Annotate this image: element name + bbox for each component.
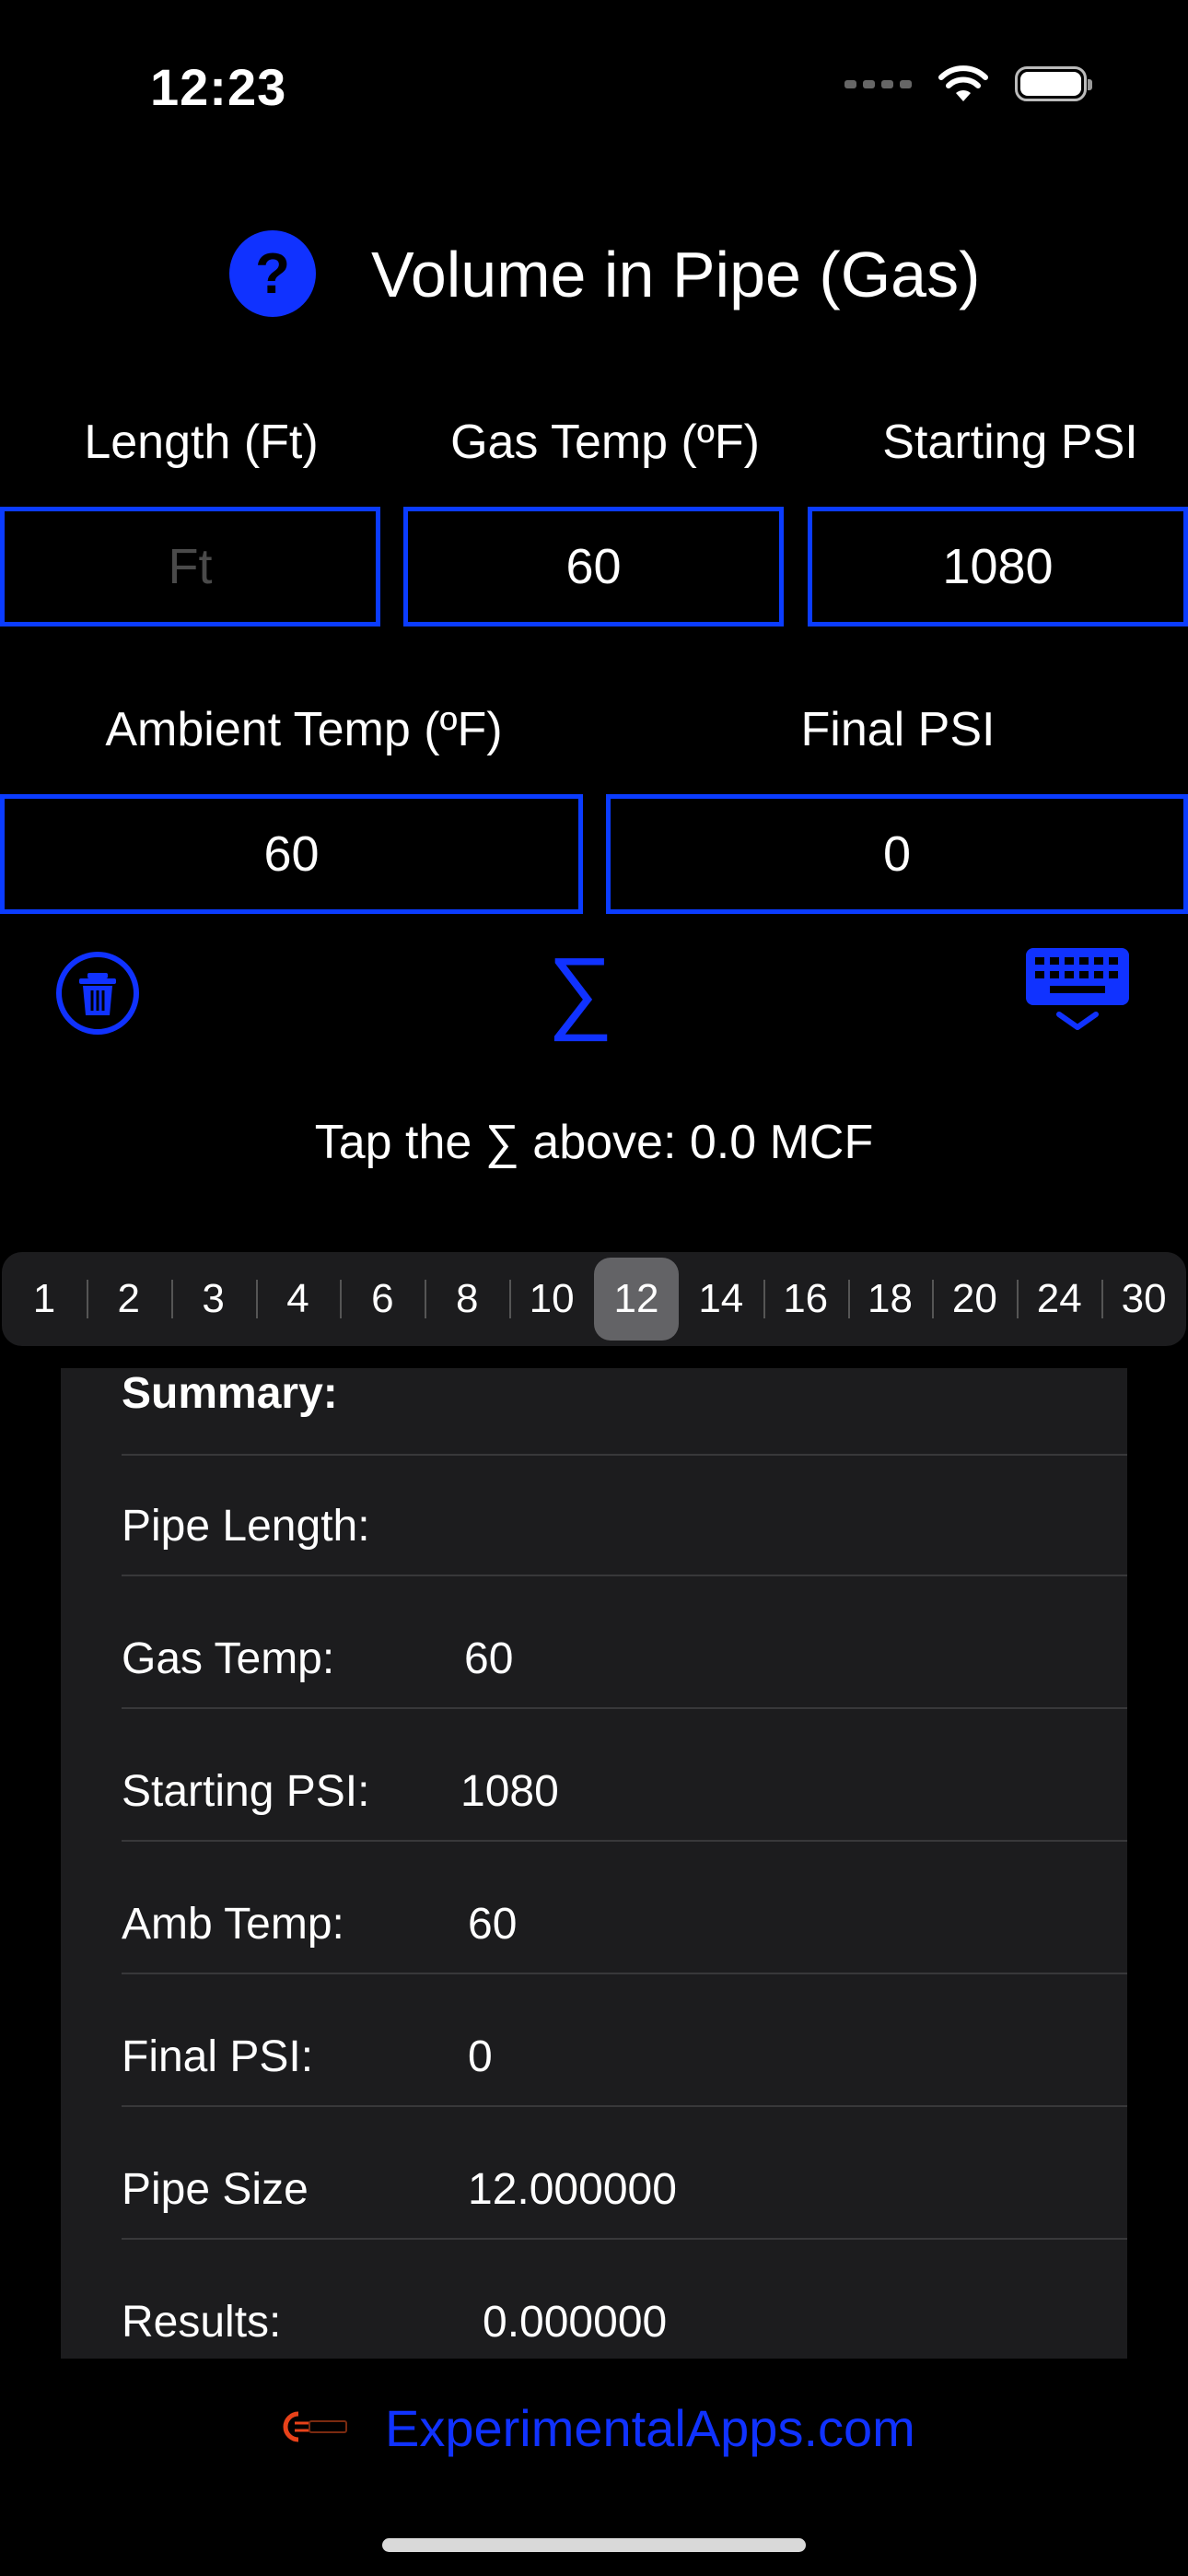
starting-psi-input[interactable]: 1080 xyxy=(808,507,1188,626)
final-psi-value: 0 xyxy=(882,826,912,882)
page-title: Volume in Pipe (Gas) xyxy=(371,239,981,310)
summary-row: Starting PSI: 1080 xyxy=(122,1707,1127,1842)
summary-panel: Summary: Pipe Length: Gas Temp: 60 Starting… xyxy=(61,1368,1127,2359)
gas-temp-label: Gas Temp (ºF) xyxy=(450,416,760,469)
pipe-size-option-18[interactable]: 18 xyxy=(847,1258,933,1341)
summary-row: Pipe Length: xyxy=(122,1442,1127,1576)
keyboard-dismiss-icon xyxy=(1026,948,1129,1030)
summary-row: Amb Temp: 60 xyxy=(122,1840,1127,1974)
length-input[interactable]: Ft xyxy=(0,507,380,626)
status-time: 12:23 xyxy=(150,58,287,116)
pipe-size-option-3[interactable]: 3 xyxy=(170,1258,256,1341)
ambient-temp-value: 60 xyxy=(263,826,320,882)
trash-icon xyxy=(56,952,139,1035)
help-button[interactable]: ? xyxy=(229,230,316,317)
dismiss-keyboard-button[interactable] xyxy=(1022,944,1133,1036)
clear-button[interactable] xyxy=(53,949,142,1037)
pipe-size-option-24[interactable]: 24 xyxy=(1017,1258,1101,1341)
result-hint: Tap the ∑ above: 0.0 MCF xyxy=(314,1116,874,1169)
final-psi-label: Final PSI xyxy=(800,703,996,756)
summary-divider xyxy=(122,1454,1127,1456)
summary-key: Final PSI: xyxy=(122,2032,314,2081)
pipe-size-option-30[interactable]: 30 xyxy=(1101,1258,1186,1341)
summary-value: 12.000000 xyxy=(468,2165,677,2214)
summary-row: Pipe Size 12.000000 xyxy=(122,2105,1127,2240)
summary-row: Gas Temp: 60 xyxy=(122,1575,1127,1709)
pipe-size-option-2[interactable]: 2 xyxy=(86,1258,171,1341)
length-placeholder: Ft xyxy=(168,539,213,594)
summary-row: Final PSI: 0 xyxy=(122,1973,1127,2107)
final-psi-input[interactable]: 0 xyxy=(606,794,1188,914)
summary-value: 60 xyxy=(468,1900,518,1949)
summary-title: Summary: xyxy=(122,1369,338,1418)
length-label: Length (Ft) xyxy=(84,416,319,469)
ambient-temp-input[interactable]: 60 xyxy=(0,794,583,914)
ambient-temp-label: Ambient Temp (ºF) xyxy=(105,703,503,756)
pipe-size-option-1[interactable]: 1 xyxy=(2,1258,87,1341)
wifi-icon xyxy=(938,65,988,101)
summary-row: Results: 0.000000 xyxy=(122,2238,1127,2359)
pipe-size-option-14[interactable]: 14 xyxy=(679,1258,763,1341)
home-indicator[interactable] xyxy=(382,2538,806,2552)
summary-value: 60 xyxy=(464,1634,514,1683)
summary-key: Gas Temp: xyxy=(122,1634,335,1683)
summary-value: 0.000000 xyxy=(483,2298,668,2347)
pipe-size-option-8[interactable]: 8 xyxy=(425,1258,509,1341)
battery-icon xyxy=(1015,66,1092,101)
starting-psi-value: 1080 xyxy=(942,539,1054,594)
summary-key: Results: xyxy=(122,2298,282,2347)
cellular-signal-icon xyxy=(844,79,912,88)
gas-temp-value: 60 xyxy=(565,539,622,594)
summary-key: Pipe Size xyxy=(122,2165,309,2214)
starting-psi-label: Starting PSI xyxy=(882,416,1138,469)
pipe-size-option-16[interactable]: 16 xyxy=(763,1258,848,1341)
pipe-size-selector[interactable]: 1 2 3 4 6 8 10 12 14 16 18 20 24 30 xyxy=(2,1252,1186,1346)
experimentalapps-logo xyxy=(283,2411,347,2442)
pipe-size-option-4[interactable]: 4 xyxy=(255,1258,341,1341)
question-icon: ? xyxy=(255,241,290,306)
website-link[interactable]: ExperimentalApps.com xyxy=(385,2398,915,2458)
summary-value: 1080 xyxy=(460,1767,559,1816)
pipe-size-option-10[interactable]: 10 xyxy=(509,1258,594,1341)
status-icons xyxy=(844,64,1092,103)
pipe-size-option-20[interactable]: 20 xyxy=(932,1258,1017,1341)
summary-key: Pipe Length: xyxy=(122,1502,370,1551)
calculate-button[interactable]: ∑ xyxy=(543,939,617,1042)
summary-key: Amb Temp: xyxy=(122,1900,344,1949)
summary-value: 0 xyxy=(468,2032,493,2081)
summary-key: Starting PSI: xyxy=(122,1767,370,1816)
pipe-size-option-6[interactable]: 6 xyxy=(340,1258,425,1341)
pipe-size-option-12[interactable]: 12 xyxy=(594,1258,679,1341)
gas-temp-input[interactable]: 60 xyxy=(403,507,784,626)
sigma-icon: ∑ xyxy=(547,938,613,1042)
